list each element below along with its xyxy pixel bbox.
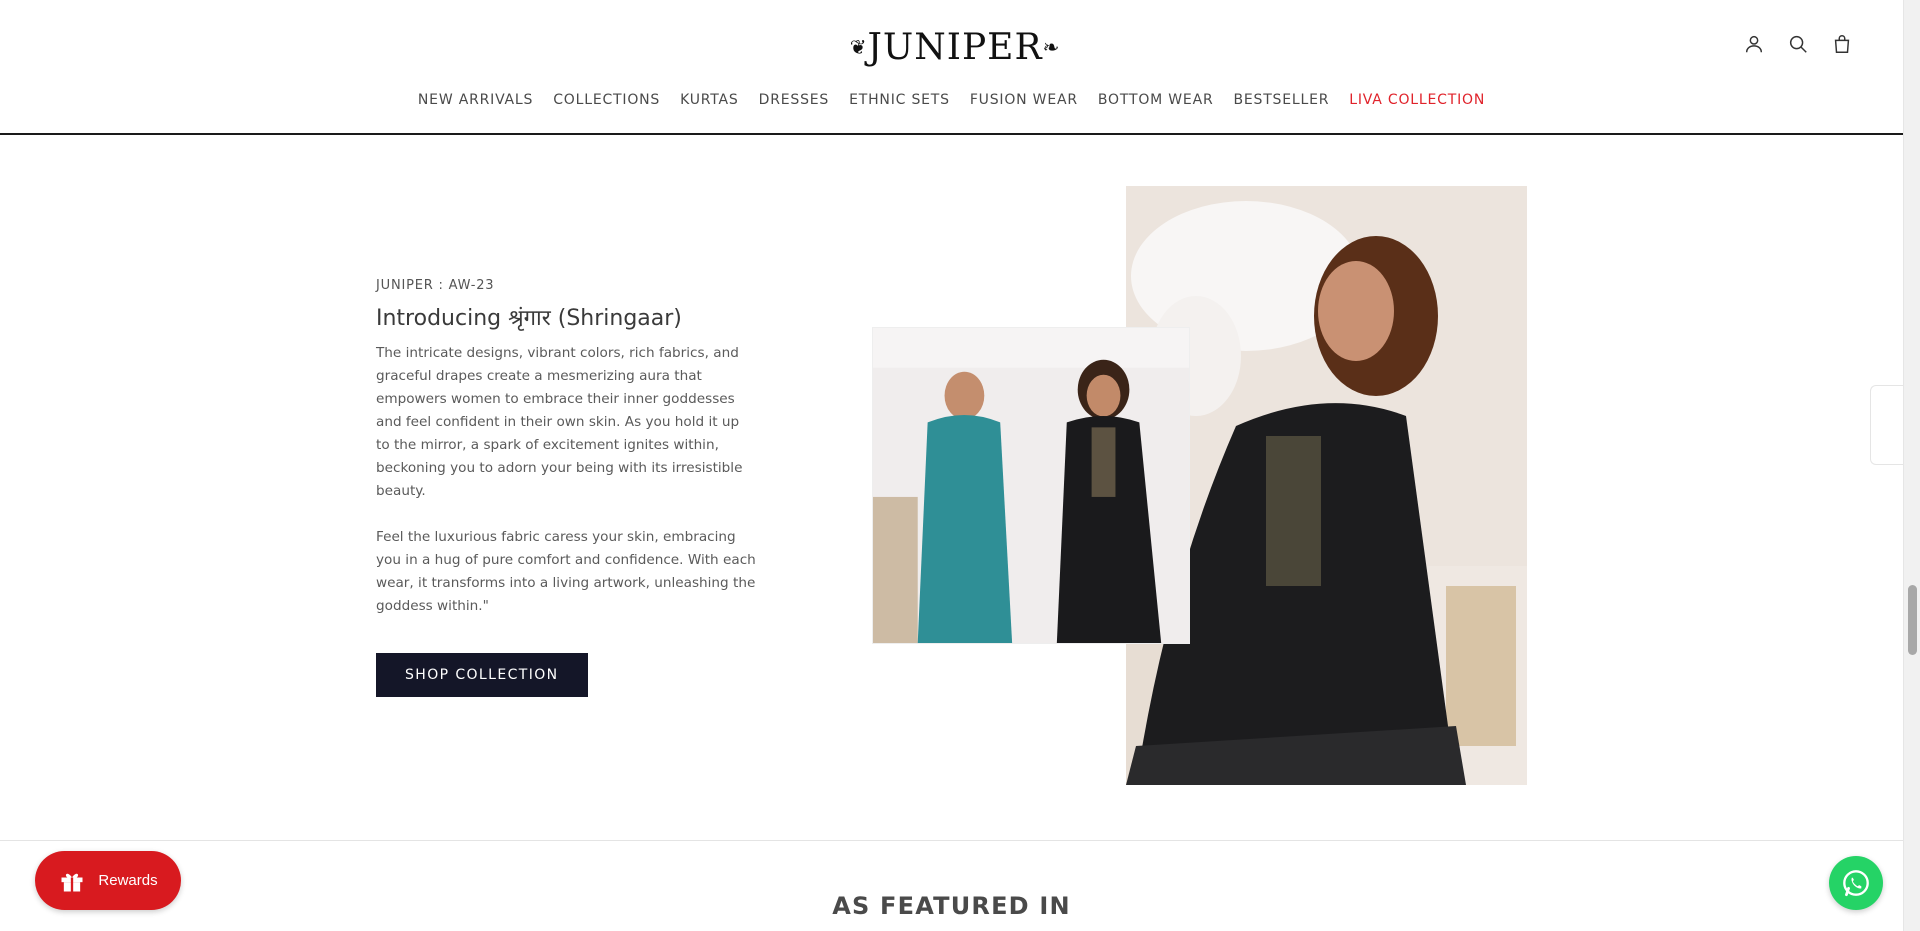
collection-description-2: Feel the luxurious fabric caress your sk… [376,529,756,614]
logo-text: JUNIPER [867,26,1043,68]
nav-item-liva-collection[interactable]: LIVA COLLECTION [1349,92,1485,108]
cart-icon[interactable] [1831,32,1853,56]
search-icon[interactable] [1787,32,1809,56]
leaf-left-icon: ❦ [849,35,868,59]
section-divider [0,840,1903,841]
whatsapp-chat-button[interactable] [1829,856,1883,910]
nav-item-bestseller[interactable]: BESTSELLER [1233,92,1329,108]
nav-item-bottom-wear[interactable]: BOTTOM WEAR [1098,92,1214,108]
featured-in-heading: AS FEATURED IN [832,892,1071,920]
gift-icon [61,873,83,891]
whatsapp-icon [1843,870,1869,897]
rewards-label: Rewards [98,872,158,889]
account-icon[interactable] [1743,32,1765,56]
scrollbar-thumb[interactable] [1908,585,1917,655]
collection-eyebrow: JUNIPER : AW-23 [376,278,495,293]
leaf-right-icon: ❧ [1042,35,1061,59]
collection-headline: Introducing श्रृंगार (Shringaar) [376,306,682,331]
shop-collection-button[interactable]: SHOP COLLECTION [376,653,588,697]
collection-feature-text: JUNIPER : AW-23 Introducing श्रृंगार (Sh… [376,278,756,697]
nav-item-dresses[interactable]: DRESSES [759,92,829,108]
two-models-image[interactable] [872,327,1190,644]
side-widget-tab[interactable] [1870,385,1904,465]
collection-description-1: The intricate designs, vibrant colors, r… [376,345,743,499]
nav-item-new-arrivals[interactable]: NEW ARRIVALS [418,92,533,108]
nav-item-collections[interactable]: COLLECTIONS [553,92,660,108]
header-actions [1743,32,1853,56]
page-scrollbar[interactable] [1903,0,1920,931]
nav-item-ethnic-sets[interactable]: ETHNIC SETS [849,92,950,108]
rewards-button[interactable]: Rewards [35,851,181,910]
site-header: ❦ JUNIPER ❧ NEW ARRIVALS COLLECTIONS KUR… [0,0,1903,135]
juniper-logo[interactable]: ❦ JUNIPER ❧ [850,22,1060,72]
nav-item-kurtas[interactable]: KURTAS [680,92,739,108]
nav-item-fusion-wear[interactable]: FUSION WEAR [970,92,1078,108]
main-nav: NEW ARRIVALS COLLECTIONS KURTAS DRESSES … [0,92,1903,108]
